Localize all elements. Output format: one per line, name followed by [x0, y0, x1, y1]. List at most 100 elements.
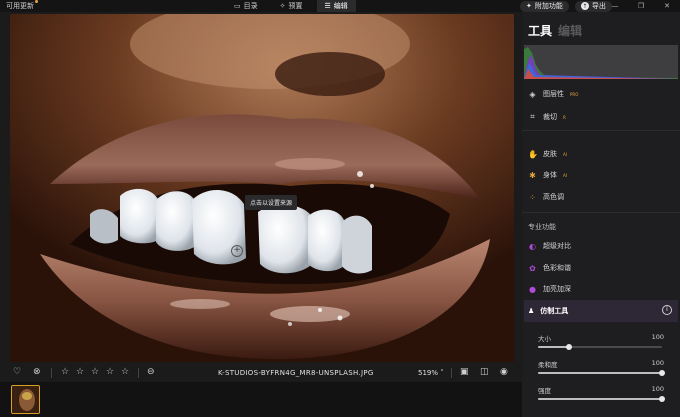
- clone-cursor-icon: +: [231, 245, 243, 257]
- slider-handle[interactable]: [659, 370, 665, 376]
- star-icon[interactable]: ☆: [76, 367, 84, 377]
- tool-label: 图层性: [543, 90, 564, 98]
- active-tool-label: 仿制工具: [540, 307, 569, 315]
- filmstrip: [0, 382, 522, 417]
- thumbnail-image: [12, 386, 39, 413]
- tool-label: 加亮加深: [543, 285, 571, 293]
- star-icon[interactable]: ☆: [61, 367, 69, 377]
- divider: [522, 212, 680, 213]
- tool-label: 皮肤: [543, 150, 557, 158]
- top-bar: 可用更新 ▭ 目录 ✧ 预置 ☰ 编辑 ✦ 附加功能 ↑ 导出 — ❐ ✕: [0, 0, 680, 12]
- slider-value: 100: [651, 359, 664, 367]
- star-icon[interactable]: ☆: [121, 367, 129, 377]
- pro-badge: PRO: [570, 91, 579, 97]
- slider-track[interactable]: [538, 344, 662, 350]
- slider-label: 大小: [538, 335, 551, 343]
- sliders-icon: ☰: [324, 2, 331, 10]
- tool-body[interactable]: ✱ 身体 AI: [528, 170, 567, 180]
- tab-label: 目录: [243, 2, 258, 10]
- clone-stamp-icon: ♟: [528, 307, 535, 315]
- layers-icon: ◈: [529, 89, 536, 99]
- drop-icon: ●: [529, 284, 536, 294]
- slider-track[interactable]: [538, 396, 665, 402]
- maximize-button[interactable]: ❐: [630, 0, 652, 12]
- top-actions: ✦ 附加功能 ↑ 导出: [520, 0, 612, 12]
- slider-fill: [538, 398, 662, 400]
- hand-icon: ✋: [528, 149, 538, 159]
- divider: [51, 368, 52, 378]
- compare-icon[interactable]: ▣: [460, 367, 469, 377]
- tool-color-harmony[interactable]: ✿ 色彩和谐: [528, 263, 571, 273]
- addons-label: 附加功能: [534, 2, 563, 10]
- upload-icon: ↑: [580, 2, 589, 10]
- slider-value: 100: [651, 385, 664, 393]
- ai-badge: AI: [563, 172, 567, 178]
- slider-track[interactable]: [538, 370, 665, 376]
- close-button[interactable]: ✕: [656, 0, 678, 12]
- slider-value: 100: [651, 333, 664, 341]
- tool-high-key[interactable]: ⁘ 高色调: [528, 192, 564, 202]
- dots-icon: ⁘: [529, 192, 536, 202]
- tool-label: 身体: [543, 171, 557, 179]
- star-icon[interactable]: ☆: [91, 367, 99, 377]
- divider: [138, 368, 139, 378]
- color-label-icon[interactable]: ⊖: [147, 367, 155, 377]
- split-view-icon[interactable]: ◫: [480, 367, 489, 377]
- histogram: [524, 45, 678, 79]
- crop-icon: ⌗: [530, 112, 535, 121]
- file-name: K-STUDIOS-BYFRN4G_MR8-UNSPLASH.JPG: [218, 369, 374, 377]
- badge: R: [563, 114, 566, 120]
- photo-image: [10, 14, 514, 362]
- tab-edit-panel[interactable]: 编辑: [558, 22, 582, 39]
- zoom-dropdown[interactable]: 519% ˅: [418, 369, 444, 377]
- tool-label: 色彩和谐: [543, 264, 571, 272]
- canvas-tooltip: 点击以设置来源: [245, 195, 298, 210]
- info-icon[interactable]: i: [662, 305, 672, 315]
- tab-edit[interactable]: ☰ 编辑: [316, 0, 356, 12]
- mode-tabs: ▭ 目录 ✧ 预置 ☰ 编辑: [226, 0, 356, 12]
- bottom-toolbar: ♡ ⊗ ☆ ☆ ☆ ☆ ☆ ⊖ K-STUDIOS-BYFRN4G_MR8-UN…: [0, 364, 522, 382]
- body-icon: ✱: [529, 170, 536, 180]
- tool-label: 高色调: [543, 193, 564, 201]
- star-icon[interactable]: ☆: [106, 367, 114, 377]
- tab-label: 预置: [288, 2, 303, 10]
- notification-dot: [35, 0, 38, 3]
- tab-library[interactable]: ▭ 目录: [226, 0, 266, 12]
- ai-badge: AI: [563, 151, 567, 157]
- presets-icon: ✧: [279, 2, 286, 10]
- panel-tabs: 工具 编辑: [528, 22, 582, 39]
- sparkle-icon: ✦: [526, 2, 532, 10]
- slider-label: 强度: [538, 387, 551, 395]
- filmstrip-thumbnail[interactable]: [11, 385, 40, 414]
- tab-presets[interactable]: ✧ 预置: [272, 0, 311, 12]
- tool-dodge-burn[interactable]: ● 加亮加深: [528, 284, 571, 294]
- pro-section-title: 专业功能: [528, 223, 556, 231]
- eye-icon[interactable]: ◉: [500, 367, 508, 377]
- tool-crop[interactable]: ⌗ 裁切 R: [528, 112, 566, 122]
- tool-super-contrast[interactable]: ◐ 超级对比: [528, 241, 571, 251]
- histogram-graph: [524, 47, 678, 79]
- slider-handle[interactable]: [566, 344, 572, 350]
- photo-canvas[interactable]: 点击以设置来源 +: [10, 14, 514, 362]
- active-tool-clone[interactable]: ♟ 仿制工具 i: [524, 300, 678, 322]
- slider-handle[interactable]: [659, 396, 665, 402]
- divider: [451, 368, 452, 378]
- addons-button[interactable]: ✦ 附加功能: [520, 0, 569, 12]
- tool-skin[interactable]: ✋ 皮肤 AI: [528, 149, 567, 159]
- reject-icon[interactable]: ⊗: [33, 367, 41, 377]
- tool-label: 超级对比: [543, 242, 571, 250]
- update-available-link[interactable]: 可用更新: [6, 0, 38, 11]
- heart-icon[interactable]: ♡: [13, 367, 21, 377]
- minimize-button[interactable]: —: [604, 0, 626, 12]
- folder-icon: ▭: [234, 2, 241, 10]
- app-window: 可用更新 ▭ 目录 ✧ 预置 ☰ 编辑 ✦ 附加功能 ↑ 导出 — ❐ ✕ 点击…: [0, 0, 680, 417]
- divider: [522, 130, 680, 131]
- flower-icon: ✿: [529, 263, 536, 273]
- tools-panel: 工具 编辑 ◈ 图层性 PRO ⌗ 裁切 R ✋ 皮肤 AI ✱ 身体 AI ⁘ 高色调 专业功能…: [522, 12, 680, 417]
- update-label: 可用更新: [6, 2, 34, 10]
- slider-fill: [538, 372, 662, 374]
- tab-tools[interactable]: 工具: [528, 22, 552, 39]
- slider-label: 柔和度: [538, 361, 558, 369]
- tool-layers[interactable]: ◈ 图层性 PRO: [528, 89, 578, 99]
- slider-fill: [538, 346, 569, 348]
